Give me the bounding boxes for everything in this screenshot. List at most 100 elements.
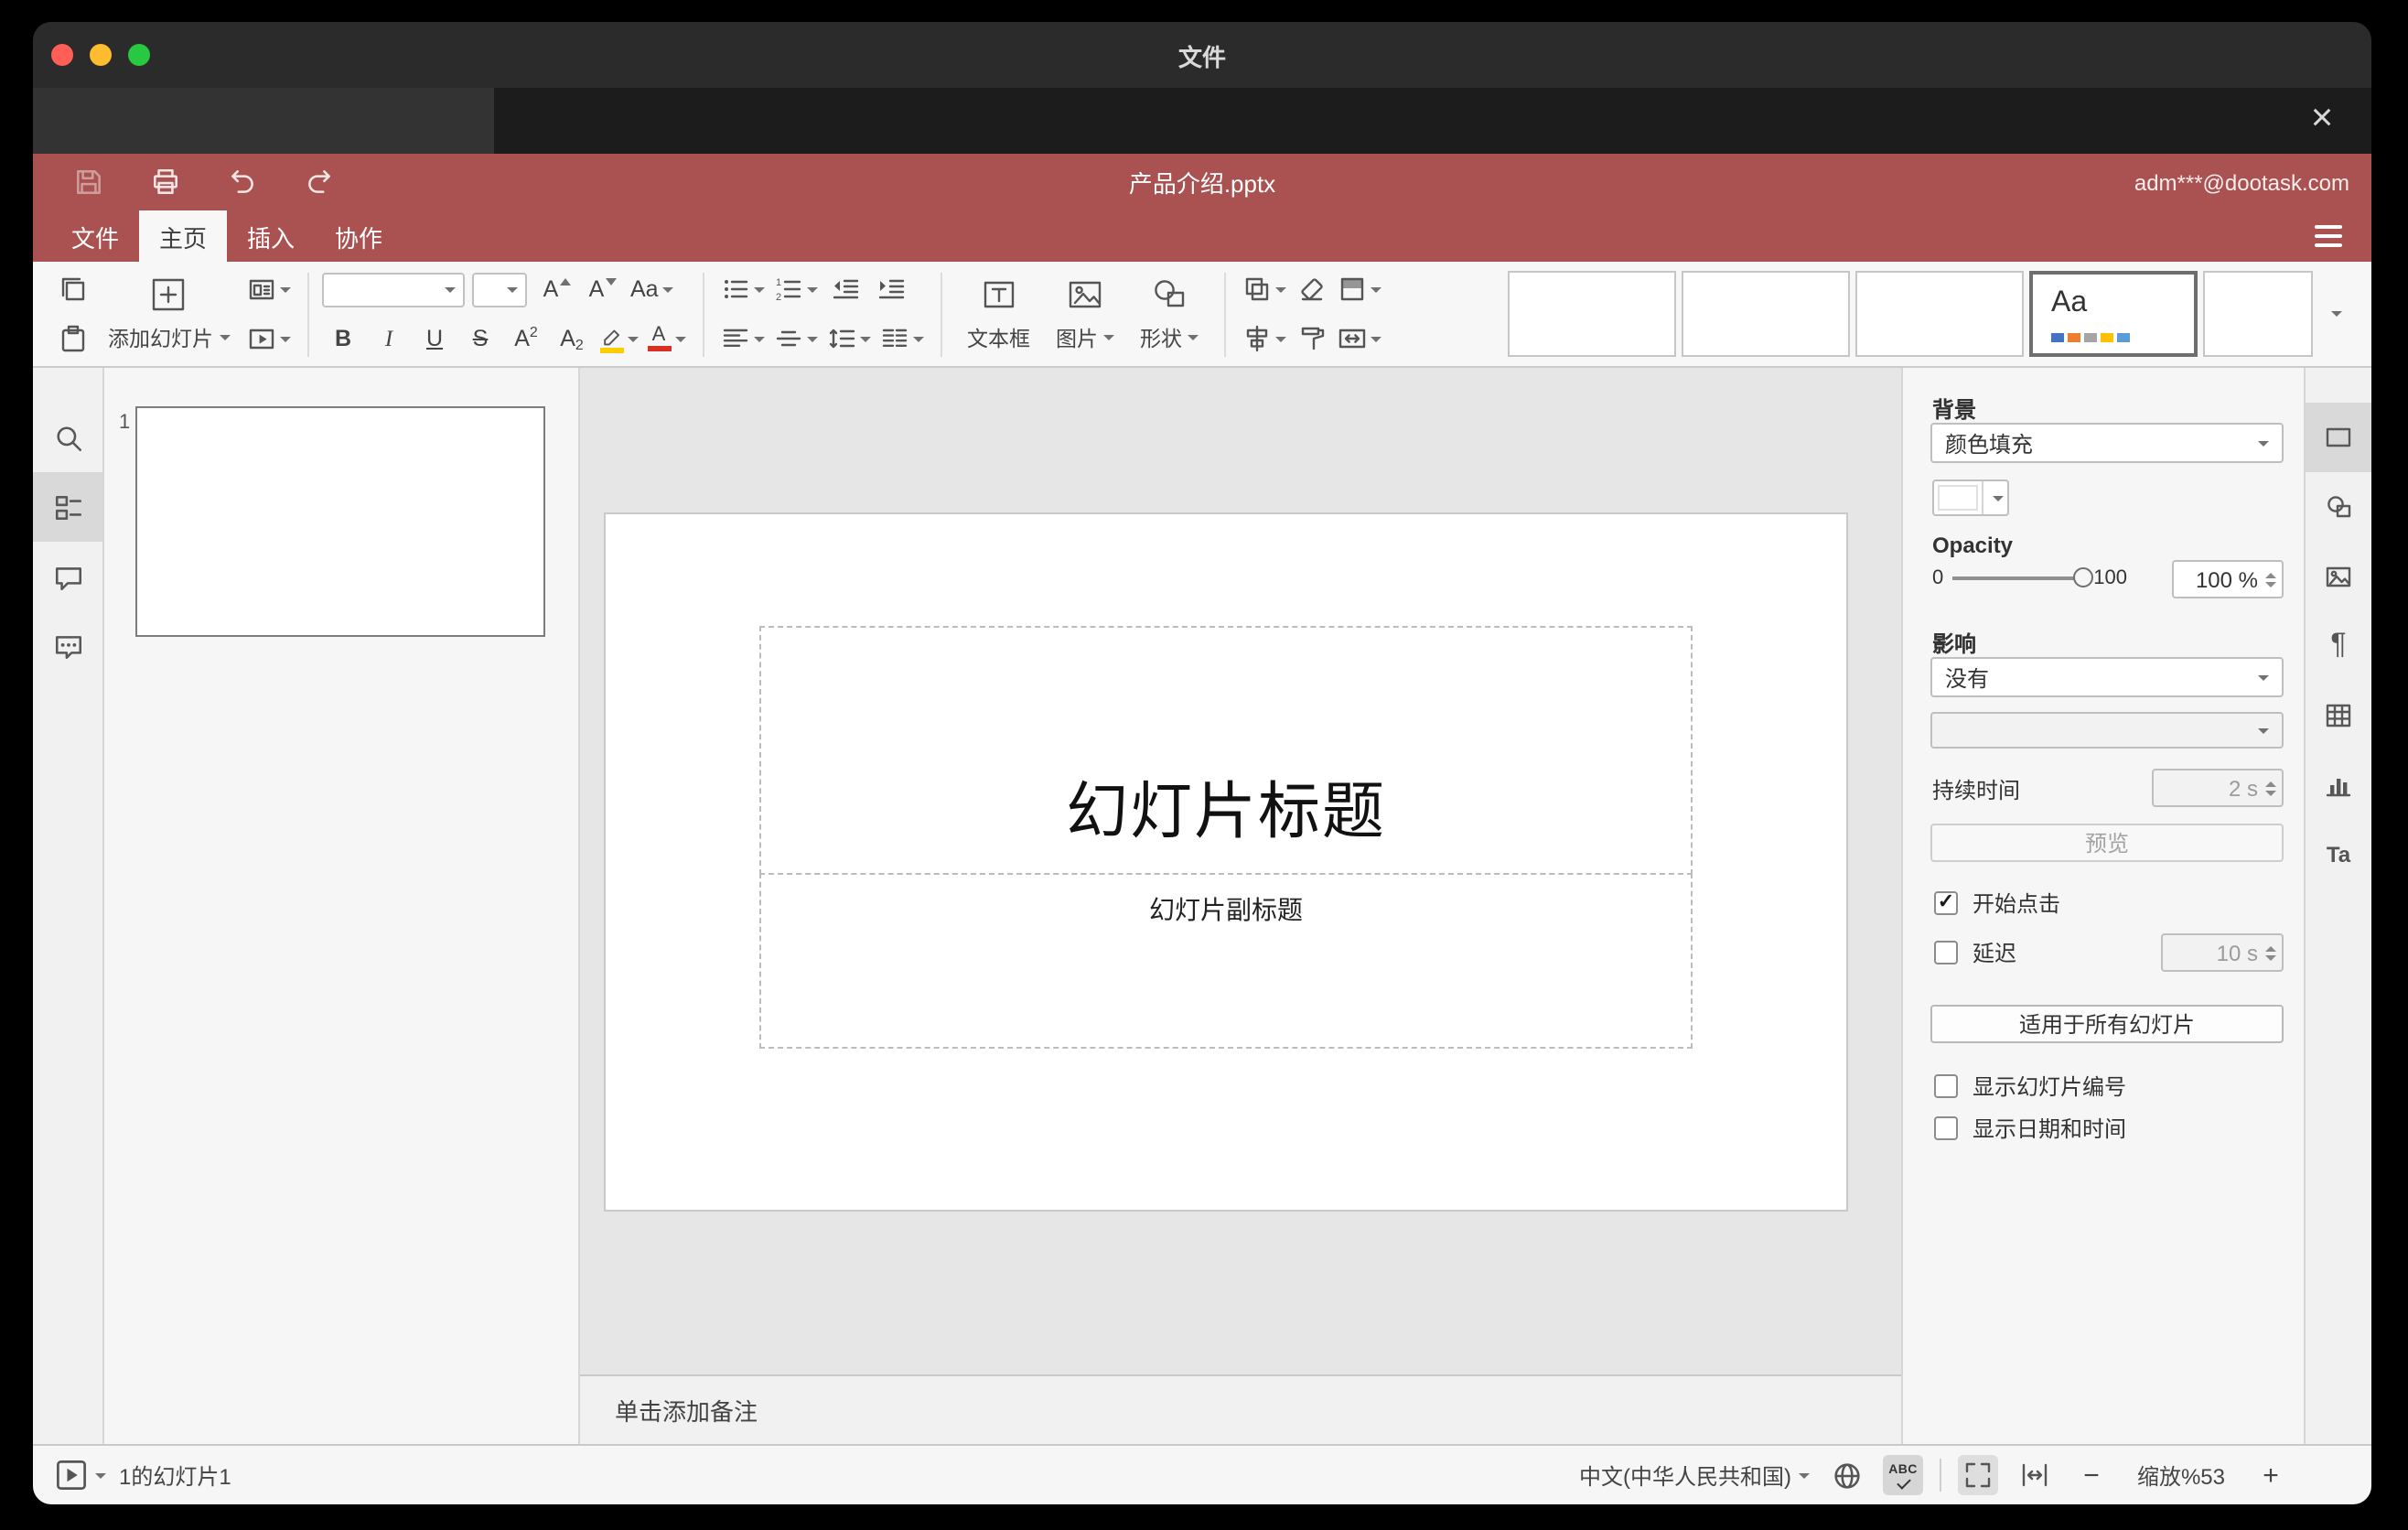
checkbox-checked-icon: ✓ (1934, 891, 1958, 915)
insert-shape-button[interactable]: 形状 (1127, 266, 1211, 361)
textart-settings-icon[interactable]: Ta (2306, 820, 2371, 889)
insert-image-button[interactable]: 图片 (1043, 266, 1127, 361)
slide-thumbnail[interactable] (135, 406, 545, 637)
insert-textbox-button[interactable]: 文本框 (954, 266, 1043, 361)
zoom-out-icon[interactable]: − (2071, 1455, 2112, 1495)
bullets-icon[interactable] (716, 267, 768, 311)
underline-button[interactable]: U (413, 317, 457, 361)
background-fill-select[interactable]: 颜色填充 (1930, 423, 2284, 463)
shape-align-icon[interactable] (1239, 317, 1290, 361)
columns-icon[interactable] (876, 317, 927, 361)
subscript-button[interactable]: A2 (550, 317, 594, 361)
indent-icon[interactable] (868, 267, 912, 311)
slide-settings-icon[interactable] (2306, 403, 2371, 472)
highlight-color-icon[interactable] (596, 317, 641, 361)
document-title[interactable]: 产品介绍.pptx (33, 165, 2371, 199)
slides-panel-icon[interactable] (33, 472, 102, 542)
tab-home[interactable]: 主页 (139, 210, 227, 262)
slide-subtitle-placeholder[interactable]: 幻灯片副标题 (759, 873, 1693, 1049)
chevron-down-icon (444, 286, 455, 292)
fit-width-icon[interactable] (2015, 1455, 2055, 1495)
italic-button[interactable]: I (367, 317, 411, 361)
notes-area[interactable]: 单击添加备注 (580, 1374, 1901, 1444)
opacity-slider-knob[interactable] (2073, 567, 2094, 587)
font-color-icon[interactable]: A (643, 317, 689, 361)
numbering-icon[interactable]: 12 (769, 267, 821, 311)
clear-style-icon[interactable] (1290, 267, 1334, 311)
show-datetime-checkbox[interactable]: 显示日期和时间 (1934, 1115, 2126, 1142)
line-spacing-icon[interactable] (822, 317, 874, 361)
show-slide-number-checkbox[interactable]: 显示幻灯片编号 (1934, 1072, 2126, 1100)
copy-style-icon[interactable] (1290, 317, 1334, 361)
close-icon[interactable]: × (2298, 95, 2346, 143)
zoom-in-icon[interactable]: + (2251, 1455, 2291, 1495)
paragraph-settings-icon[interactable]: ¶ (2306, 611, 2371, 681)
effect-select[interactable]: 没有 (1930, 657, 2284, 697)
tab-insert[interactable]: 插入 (227, 210, 315, 262)
slide[interactable]: 幻灯片标题 幻灯片副标题 (606, 514, 1846, 1210)
apply-all-button[interactable]: 适用于所有幻灯片 (1930, 1005, 2284, 1043)
background-panel (33, 88, 494, 154)
start-slideshow-button[interactable] (51, 1455, 91, 1495)
theme-thumbnail[interactable] (2203, 271, 2313, 357)
theme-thumbnail[interactable] (1508, 271, 1676, 357)
minimize-window-button[interactable] (90, 44, 112, 66)
font-size-select[interactable] (471, 272, 526, 307)
vertical-align-icon[interactable] (769, 317, 821, 361)
gallery-expand-icon[interactable] (2317, 271, 2353, 357)
chevron-down-icon (674, 336, 685, 341)
chevron-down-icon (1992, 495, 2003, 501)
table-settings-icon[interactable] (2306, 681, 2371, 750)
chart-settings-icon[interactable] (2306, 750, 2371, 820)
bold-button[interactable]: B (321, 317, 365, 361)
theme-thumbnail[interactable] (1855, 271, 2024, 357)
slide-title-placeholder[interactable]: 幻灯片标题 (759, 626, 1693, 875)
spellcheck-icon[interactable]: ABC (1883, 1455, 1923, 1495)
copy-icon[interactable] (51, 267, 95, 311)
svg-text:2: 2 (775, 292, 780, 303)
align-icon[interactable] (716, 317, 768, 361)
spinner-icon[interactable] (2265, 572, 2276, 587)
theme-thumbnail-selected[interactable]: Aa (2029, 271, 2198, 357)
background-color-swatch[interactable] (1932, 479, 2009, 516)
tab-file[interactable]: 文件 (51, 210, 139, 262)
zoom-window-button[interactable] (128, 44, 150, 66)
globe-icon[interactable] (1826, 1455, 1866, 1495)
arrange-icon[interactable] (1239, 267, 1290, 311)
increase-font-icon[interactable]: A (535, 267, 579, 311)
chevron-down-icon (806, 336, 817, 341)
strikethrough-button[interactable]: S (458, 317, 502, 361)
start-slideshow-icon[interactable] (242, 317, 294, 361)
language-selector[interactable]: 中文(中华人民共和国) (1579, 1460, 1791, 1491)
close-window-button[interactable] (51, 44, 73, 66)
decrease-font-icon[interactable]: A (581, 267, 625, 311)
left-sidebar (33, 368, 104, 1444)
effect-label: 影响 (1932, 631, 1977, 657)
outdent-icon[interactable] (822, 267, 866, 311)
chevron-down-icon (1371, 286, 1381, 292)
fit-slide-icon[interactable] (1958, 1455, 1998, 1495)
change-case-icon[interactable]: Aa (627, 267, 677, 311)
language-chevron-icon[interactable] (1799, 1472, 1810, 1478)
delay-checkbox[interactable]: 延迟 (1934, 939, 2016, 966)
image-settings-icon[interactable] (2306, 542, 2371, 611)
shape-settings-icon[interactable] (2306, 472, 2371, 542)
screen: 文件 × 产品介绍.pptx adm***@dootask.com 文件 主页 … (0, 0, 2408, 1530)
tab-collaboration[interactable]: 协作 (315, 210, 403, 262)
slide-layout-icon[interactable] (242, 267, 294, 311)
superscript-button[interactable]: A2 (504, 317, 548, 361)
font-name-select[interactable] (321, 272, 464, 307)
opacity-value-input[interactable]: 100 % (2172, 560, 2284, 598)
color-scheme-icon[interactable] (1334, 267, 1385, 311)
comments-icon[interactable] (33, 542, 102, 611)
slide-size-icon[interactable] (1334, 317, 1385, 361)
search-icon[interactable] (33, 403, 102, 472)
menu-icon[interactable] (2315, 225, 2342, 247)
opacity-slider-track[interactable] (1952, 567, 2094, 587)
feedback-icon[interactable] (33, 611, 102, 681)
add-slide-button[interactable]: 添加幻灯片 (95, 266, 242, 361)
theme-thumbnail[interactable] (1682, 271, 1850, 357)
slideshow-options-icon[interactable] (95, 1472, 106, 1478)
paste-icon[interactable] (51, 317, 95, 361)
start-on-click-checkbox[interactable]: ✓ 开始点击 (1934, 889, 2060, 917)
